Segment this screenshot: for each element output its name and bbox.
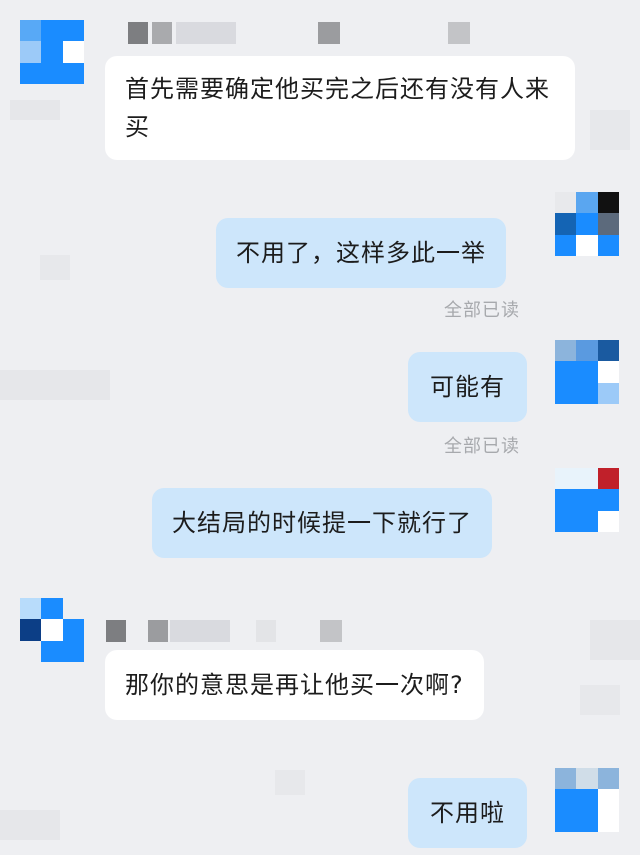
avatar-mosaic-icon — [20, 20, 42, 42]
avatar-mosaic-icon — [555, 192, 577, 214]
message-text: 可能有 — [430, 373, 505, 401]
sender-name-blurred — [106, 620, 346, 642]
avatar-mosaic-icon — [555, 768, 577, 790]
message-text: 首先需要确定他买完之后还有没有人来买 — [125, 75, 550, 141]
my-avatar[interactable] — [555, 768, 619, 832]
sender-name-blurred — [128, 22, 478, 44]
avatar-mosaic-icon — [555, 340, 577, 362]
message-bubble-outgoing[interactable]: 可能有 — [408, 352, 527, 422]
read-status: 全部已读 — [444, 300, 520, 321]
contact-avatar[interactable] — [20, 20, 84, 84]
message-bubble-incoming[interactable]: 首先需要确定他买完之后还有没有人来买 — [105, 56, 575, 160]
message-text: 大结局的时候提一下就行了 — [172, 509, 472, 537]
my-avatar[interactable] — [555, 192, 619, 256]
message-bubble-incoming[interactable]: 那你的意思是再让他买一次啊? — [105, 650, 484, 720]
message-text: 那你的意思是再让他买一次啊? — [125, 671, 464, 699]
message-text: 不用啦 — [430, 799, 505, 827]
avatar-mosaic-icon — [20, 598, 42, 620]
read-status: 全部已读 — [444, 436, 520, 457]
message-bubble-outgoing[interactable]: 大结局的时候提一下就行了 — [152, 488, 492, 558]
message-bubble-outgoing[interactable]: 不用了，这样多此一举 — [216, 218, 506, 288]
my-avatar[interactable] — [555, 340, 619, 404]
my-avatar[interactable] — [555, 468, 619, 532]
avatar-mosaic-icon — [555, 468, 577, 490]
message-text: 不用了，这样多此一举 — [236, 239, 486, 267]
message-bubble-outgoing[interactable]: 不用啦 — [408, 778, 527, 848]
contact-avatar[interactable] — [20, 598, 84, 662]
